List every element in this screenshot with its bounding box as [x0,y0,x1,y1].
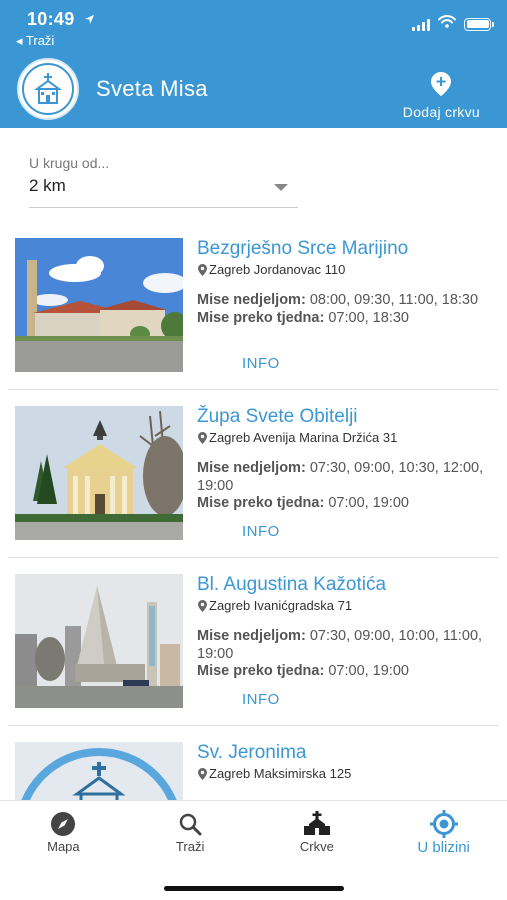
church-photo-placeholder [15,742,183,800]
church-photo [15,574,183,708]
status-bar: 10:49 ◂ Traži [0,0,507,62]
location-pin-icon [198,263,207,276]
church-address: Zagreb Avenija Marina Držića 31 [198,430,397,445]
church-card[interactable]: Župa Svete Obitelji Zagreb Avenija Marin… [8,390,499,558]
church-address-text: Zagreb Avenija Marina Držića 31 [209,430,398,445]
back-to-app-link[interactable]: ◂ Traži [16,33,54,49]
church-card[interactable]: Bezgrješno Srce Marijino Zagreb Jordanov… [8,222,499,390]
church-name: Sv. Jeronima [197,742,307,763]
church-address-text: Zagreb Maksimirska 125 [209,766,352,781]
sunday-times: 08:00, 09:30, 11:00, 18:30 [309,292,479,308]
radius-label: U krugu od... [29,155,110,171]
church-card[interactable]: Bl. Augustina Kažotića Zagreb Ivanićgrad… [8,558,499,726]
weekday-label: Mise preko tjedna: [197,663,325,679]
add-location-pin-icon [403,72,480,101]
sunday-label: Mise nedjeljom: [197,292,306,308]
church-photo [15,406,183,540]
tab-u-blizini[interactable]: U blizini [380,801,507,864]
weekday-times: 07:00, 19:00 [328,663,409,679]
church-address-text: Zagreb Ivanićgradska 71 [209,598,353,613]
app-title: Sveta Misa [96,76,208,101]
church-name: Bl. Augustina Kažotića [197,574,387,595]
mass-times: Mise nedjeljom: 07:30, 09:00, 10:00, 11:… [197,628,487,681]
location-arrow-icon [84,13,95,28]
church-address: Zagreb Ivanićgradska 71 [198,598,352,613]
radius-dropdown[interactable]: 2 km [29,176,298,208]
app-header: Sveta Misa Dodaj crkvu [0,58,507,128]
add-church-button[interactable]: Dodaj crkvu [403,72,480,122]
search-icon [127,811,254,837]
bottom-tab-bar: Mapa Traži Crkve U blizini [0,800,507,864]
status-time: 10:49 [27,9,95,30]
sunday-label: Mise nedjeljom: [197,460,306,476]
location-target-icon [380,810,507,838]
tab-crkve[interactable]: Crkve [254,801,381,864]
location-pin-icon [198,767,207,780]
home-indicator[interactable] [164,886,344,891]
location-pin-icon [198,599,207,612]
church-card[interactable]: Sv. Jeronima Zagreb Maksimirska 125 [8,726,499,800]
church-address: Zagreb Jordanovac 110 [198,262,345,277]
radius-value: 2 km [29,176,66,195]
battery-icon [464,17,494,31]
app-logo [17,58,79,120]
status-icons [412,15,494,33]
church-list[interactable]: Bezgrješno Srce Marijino Zagreb Jordanov… [0,222,507,800]
wifi-icon [438,15,456,33]
church-address-text: Zagreb Jordanovac 110 [209,262,346,277]
info-button[interactable]: INFO [242,523,280,540]
tab-label: Mapa [47,839,80,854]
tab-label: Traži [175,839,205,854]
compass-icon [0,811,127,837]
cellular-signal-icon [412,18,430,31]
info-button[interactable]: INFO [242,355,280,372]
mass-times: Mise nedjeljom: 07:30, 09:00, 10:30, 12:… [197,460,487,513]
tab-mapa[interactable]: Mapa [0,801,127,864]
weekday-times: 07:00, 19:00 [328,495,409,511]
church-photo [15,238,183,372]
add-church-label: Dodaj crkvu [402,104,480,120]
info-button[interactable]: INFO [242,691,280,708]
church-name: Župa Svete Obitelji [197,406,358,427]
tab-label: Crkve [299,839,334,854]
weekday-times: 07:00, 18:30 [328,309,409,326]
church-name: Bezgrješno Srce Marijino [197,238,409,259]
tab-label: U blizini [417,839,470,856]
location-pin-icon [198,431,207,444]
weekday-label: Mise preko tjedna: [197,495,325,511]
church-logo-icon [33,73,63,104]
tab-trazi[interactable]: Traži [127,801,254,864]
church-address: Zagreb Maksimirska 125 [198,766,351,781]
sunday-label: Mise nedjeljom: [197,628,306,644]
weekday-label: Mise preko tjedna: [197,309,325,326]
chevron-down-icon [274,184,288,191]
church-icon [254,811,381,837]
mass-times: Mise nedjeljom: 08:00, 09:30, 11:00, 18:… [197,292,487,327]
